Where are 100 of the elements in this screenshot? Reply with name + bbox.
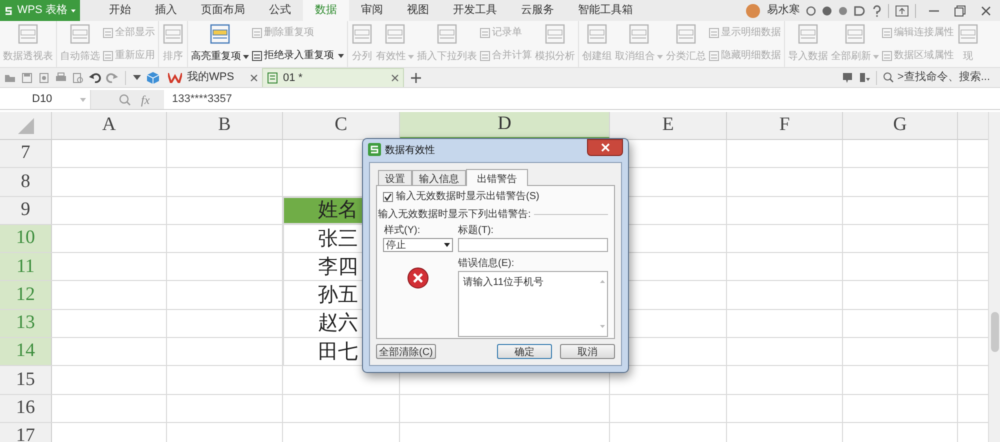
sheet-icon [103,50,113,60]
formula-field[interactable]: 133****3357 [164,91,1000,108]
caret-icon [80,98,86,102]
table-icon [209,24,231,44]
close-button[interactable] [587,139,623,156]
column-header[interactable]: F [727,112,843,139]
search-icon [883,72,894,83]
avatar-icon [745,2,761,20]
sheet-icon [882,28,892,38]
table-icon [17,24,39,44]
caret-icon [338,54,344,58]
caret-icon [873,54,879,58]
field-label: 错误信息(E): [458,256,516,271]
table-icon [586,24,608,44]
table-icon [628,24,650,44]
menu-tab[interactable]: 智能工具箱 [566,0,645,21]
user-name[interactable]: 易水寒 [767,2,800,19]
menu-tab[interactable]: 开始 [97,0,143,21]
document-tab[interactable]: 我的WPS [164,68,262,87]
layout-icon[interactable] [859,72,870,83]
logo-icon [4,4,14,16]
sheet-icon [709,28,719,38]
menu-tab[interactable]: 云服务 [509,0,566,21]
dialog-title: 数据有效性 [385,144,435,158]
new-tab-icon[interactable] [410,72,422,84]
command-search-field[interactable]: >查找命令、搜索... [883,69,990,86]
style-dropdown[interactable]: 停止 [383,238,453,252]
redo-icon[interactable] [106,72,118,84]
sheet-icon [480,28,490,38]
sheet-icon [709,50,719,60]
app-menu-button[interactable]: WPS 表格 [0,0,80,21]
table-icon [957,24,979,44]
table-icon [675,24,697,44]
sheet-icon [103,28,113,38]
preview-icon[interactable] [72,72,84,84]
comment-icon[interactable] [842,72,854,83]
sheet-icon [267,72,278,84]
tab-label: 我的WPS [187,70,234,86]
row-header[interactable]: 8 [0,168,52,196]
sheet-icon [480,50,490,60]
field-label: 标题(T): [458,224,495,238]
menu-tab[interactable]: 开发工具 [441,0,509,21]
sheet-icon [252,28,262,38]
ribbon-button[interactable]: 高亮重复项 [191,21,249,67]
dialog-tab[interactable]: 出错警告 [466,169,528,186]
caret-icon [71,8,76,12]
table-icon [351,24,373,44]
close-icon [600,143,610,152]
dialog-tab[interactable]: 设置 [378,170,412,185]
save-icon[interactable] [21,72,33,84]
caret-icon [444,243,450,247]
table-icon [797,24,819,44]
cube-icon[interactable] [146,70,160,84]
sheet-icon [252,50,262,60]
document-tab[interactable]: 01 * [262,68,404,87]
row-header[interactable]: 17 [0,422,52,442]
column-header[interactable]: A [52,112,167,139]
menu-tab[interactable]: 插入 [143,0,189,21]
undo-icon[interactable] [89,72,101,84]
ribbon-button[interactable]: 拒绝录入重复项 [252,48,344,63]
table-icon [384,24,406,44]
help-icon[interactable] [872,4,882,16]
restore-ribbon-icon[interactable] [895,4,909,16]
close-icon[interactable] [391,74,399,82]
maximize-icon[interactable] [954,4,966,16]
menu-tab[interactable]: 审阅 [349,0,395,21]
dialog-button[interactable]: 取消 [560,344,615,359]
print-icon[interactable] [55,72,67,84]
row-header[interactable]: 15 [0,366,52,394]
title-field[interactable] [458,238,608,252]
table-icon [162,24,184,44]
caret-icon [408,54,414,58]
table-icon [544,24,566,44]
column-header[interactable]: B [167,112,283,139]
checkbox[interactable] [383,192,393,202]
caret-icon[interactable] [133,75,141,80]
dialog-button[interactable]: 确定 [497,344,552,359]
menu-tab[interactable]: 页面布局 [189,0,257,21]
menu-tab[interactable]: 视图 [395,0,441,21]
caret-icon [243,54,249,58]
row-header[interactable]: 16 [0,394,52,422]
app-icon [368,143,381,156]
menu-tab[interactable]: 公式 [257,0,303,21]
dialog-tab[interactable]: 输入信息 [412,170,466,185]
table-icon [436,24,458,44]
close-icon[interactable] [250,74,258,82]
dialog-button[interactable]: 全部清除(C) [376,344,436,359]
scrollbar-thumb[interactable] [990,312,998,352]
row-header[interactable]: 7 [0,140,52,168]
menu-tab[interactable]: 数据 [303,0,349,21]
error-icon [407,267,429,289]
caret-icon [657,54,663,58]
table-icon [844,24,866,44]
tab-label: 01 * [283,70,303,86]
column-header[interactable]: D [400,112,610,139]
close-icon[interactable] [980,4,992,16]
row-header[interactable]: 9 [0,196,52,224]
w-logo-icon [168,72,182,82]
table-icon [69,24,91,44]
column-header[interactable]: G [843,112,958,139]
